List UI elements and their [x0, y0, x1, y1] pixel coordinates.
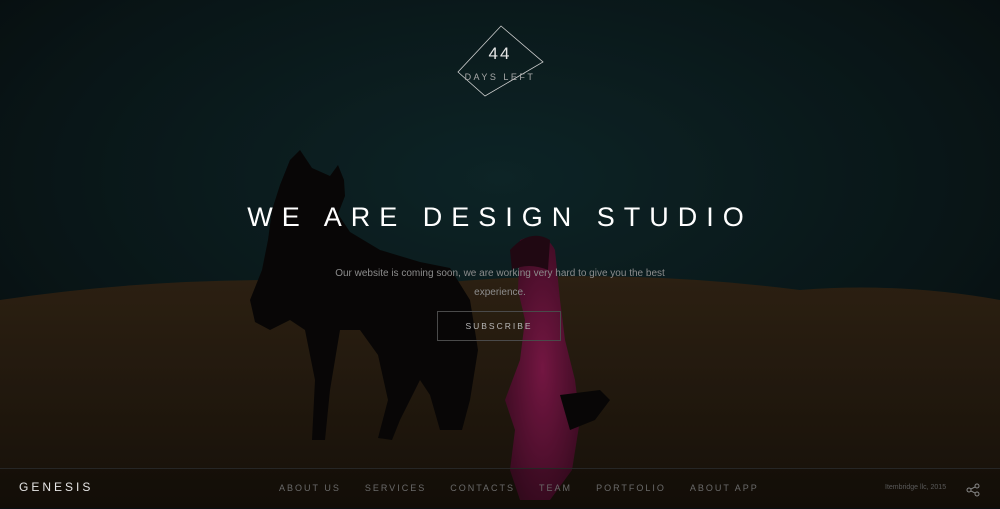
footer-bar: GENESIS ABOUT US SERVICES CONTACTS TEAM … [0, 468, 1000, 509]
countdown-badge: 44 DAYS LEFT [455, 24, 545, 98]
days-count: 44 [488, 44, 512, 63]
nav-item-team[interactable]: TEAM [539, 483, 572, 497]
days-left-label: DAYS LEFT [464, 72, 536, 82]
footer-nav: ABOUT US SERVICES CONTACTS TEAM PORTFOLI… [279, 483, 759, 497]
nav-item-portfolio[interactable]: PORTFOLIO [596, 483, 666, 497]
page-title: WE ARE DESIGN STUDIO [247, 202, 753, 232]
nav-item-contacts[interactable]: CONTACTS [450, 483, 515, 497]
nav-item-about-app[interactable]: ABOUT APP [690, 483, 759, 497]
brand-logo[interactable]: GENESIS [19, 480, 93, 494]
copyright-text: Itembridge llc, 2015 [885, 484, 947, 491]
nav-item-about-us[interactable]: ABOUT US [279, 483, 341, 497]
subscribe-button[interactable]: SUBSCRIBE [437, 311, 561, 341]
nav-item-services[interactable]: SERVICES [365, 483, 426, 497]
share-icon[interactable] [966, 482, 980, 497]
tagline: Our website is coming soon, we are worki… [335, 268, 665, 298]
